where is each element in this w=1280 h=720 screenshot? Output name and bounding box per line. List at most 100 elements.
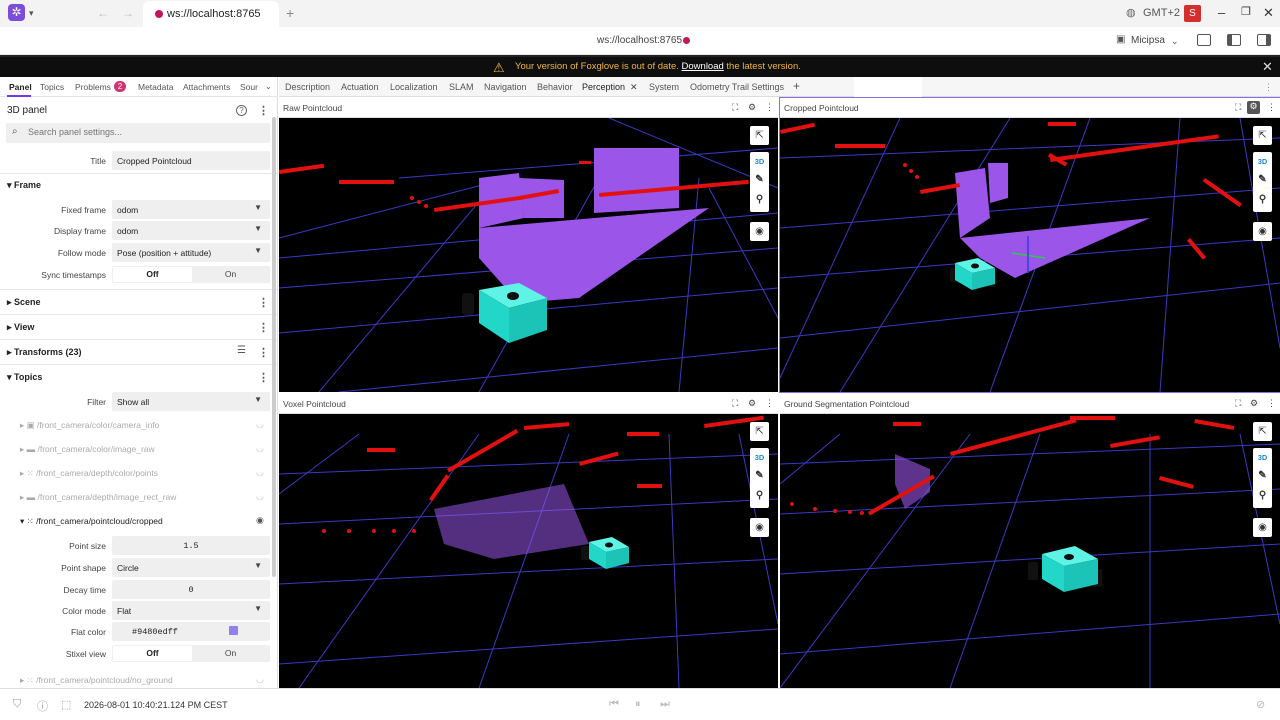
more-options-icon[interactable]: ⋮: [765, 398, 774, 409]
panel-voxel-pointcloud[interactable]: Voxel Pointcloud ⛶ ⚙ ⋮ ⇱ 3D ✎ ⚲ ◉: [279, 394, 778, 688]
visibility-off-icon[interactable]: ◡: [256, 491, 264, 502]
shield-icon[interactable]: ⛉: [13, 698, 21, 711]
panel-cropped-pointcloud[interactable]: Cropped Pointcloud ⛶ ⚙ ⋮ ⇱ 3D ✎ ⚲ ◉: [779, 97, 1280, 393]
frame-icon[interactable]: ⬚: [61, 698, 71, 711]
toggle-3d-button[interactable]: 3D: [1253, 157, 1272, 166]
close-icon[interactable]: ✕: [1262, 59, 1273, 75]
tab-panel[interactable]: Panel: [9, 82, 32, 92]
color-mode-select[interactable]: Flat ▼: [112, 601, 270, 620]
tab-metadata[interactable]: Metadata: [138, 82, 173, 92]
select-tool-icon[interactable]: ⇱: [1253, 422, 1272, 441]
toggle-on[interactable]: On: [191, 269, 270, 279]
select-tool-icon[interactable]: ⇱: [750, 126, 769, 145]
topic-camera-info[interactable]: ▸ ▣ /front_camera/color/camera_info: [20, 420, 159, 431]
tab-sources[interactable]: Sour: [240, 82, 258, 92]
search-input[interactable]: [28, 127, 258, 137]
toggle-off[interactable]: Off: [113, 646, 192, 661]
visibility-off-icon[interactable]: ◡: [256, 467, 264, 478]
tab-topics[interactable]: Topics: [40, 82, 64, 92]
more-options-icon[interactable]: ⋮: [258, 296, 269, 309]
left-sidebar-icon[interactable]: [1227, 34, 1241, 46]
sidebar-scrollbar[interactable]: [272, 117, 276, 577]
toggle-3d-button[interactable]: 3D: [750, 453, 769, 462]
tab-actuation[interactable]: Actuation: [341, 82, 379, 92]
toggle-3d-button[interactable]: 3D: [1253, 453, 1272, 462]
publish-pose-icon[interactable]: ⚲: [750, 194, 769, 205]
right-sidebar-icon[interactable]: [1257, 34, 1271, 46]
profile-name[interactable]: Micipsa: [1131, 35, 1165, 46]
add-panel-icon[interactable]: [1197, 34, 1211, 46]
more-options-icon[interactable]: ⋮: [258, 321, 269, 334]
decay-time-input[interactable]: 0: [112, 580, 270, 599]
scene-section[interactable]: ▸ Scene: [7, 297, 41, 308]
publish-pose-icon[interactable]: ⚲: [1253, 490, 1272, 501]
topic-depth-image[interactable]: ▸ ▬ /front_camera/depth/image_rect_raw: [20, 492, 176, 503]
tab-behavior[interactable]: Behavior: [537, 82, 573, 92]
recenter-icon[interactable]: ◉: [750, 222, 769, 241]
more-options-icon[interactable]: ⋮: [258, 104, 269, 117]
info-icon[interactable]: ⓘ: [37, 698, 48, 714]
flat-color-input[interactable]: #9480edff: [112, 622, 270, 641]
toggle-on[interactable]: On: [191, 648, 270, 658]
frame-section[interactable]: ▾ Frame: [7, 180, 41, 191]
color-swatch[interactable]: [229, 626, 238, 635]
point-size-input[interactable]: 1.5: [112, 536, 270, 555]
tab-localization[interactable]: Localization: [390, 82, 438, 92]
topic-depth-points[interactable]: ▸ ⁙ /front_camera/depth/color/points: [20, 468, 158, 479]
display-frame-select[interactable]: odom ▼: [112, 221, 270, 240]
more-options-icon[interactable]: ⋮: [258, 371, 269, 384]
topic-pointcloud-no-ground[interactable]: ▸ ⁙ /front_camera/pointcloud/no_ground: [20, 675, 173, 686]
profile-avatar[interactable]: S: [1184, 5, 1201, 22]
visibility-off-icon[interactable]: ◡: [256, 443, 264, 454]
tab-odometry-trail[interactable]: Odometry Trail Settings: [690, 82, 784, 92]
filter-select[interactable]: Show all ▼: [112, 392, 270, 411]
browser-tab[interactable]: ws://localhost:8765: [143, 1, 279, 27]
sync-off-icon[interactable]: ⊘: [1256, 698, 1265, 711]
view-section[interactable]: ▸ View: [7, 322, 34, 333]
recenter-icon[interactable]: ◉: [1253, 222, 1272, 241]
close-tab-icon[interactable]: ✕: [630, 82, 638, 93]
select-tool-icon[interactable]: ⇱: [750, 422, 769, 441]
back-arrow-icon[interactable]: ←: [97, 6, 109, 20]
close-window-icon[interactable]: ✕: [1263, 5, 1274, 21]
timezone-label[interactable]: GMT+2: [1143, 7, 1180, 19]
more-options-icon[interactable]: ⋮: [765, 102, 774, 113]
connection-url[interactable]: ws://localhost:8765: [597, 35, 682, 46]
settings-gear-icon[interactable]: ⚙: [1250, 398, 1258, 409]
help-icon[interactable]: ?: [236, 105, 247, 116]
fullscreen-icon[interactable]: ⛶: [732, 102, 738, 113]
topic-pointcloud-cropped[interactable]: ▾ ⁙ /front_camera/pointcloud/cropped: [20, 516, 163, 527]
tab-slam[interactable]: SLAM: [449, 82, 474, 92]
stixel-view-toggle[interactable]: Off On: [112, 645, 270, 662]
tab-perception[interactable]: Perception: [582, 82, 625, 92]
download-link[interactable]: Download: [682, 61, 724, 72]
settings-gear-icon[interactable]: ⚙: [748, 398, 756, 409]
scene-3d-view[interactable]: [279, 118, 778, 392]
ruler-icon[interactable]: ✎: [1253, 174, 1272, 185]
tab-attachments[interactable]: Attachments: [183, 82, 230, 92]
more-options-icon[interactable]: ⋮: [1267, 102, 1276, 113]
settings-search[interactable]: ⌕: [6, 123, 270, 143]
ruler-icon[interactable]: ✎: [750, 470, 769, 481]
forward-arrow-icon[interactable]: →: [122, 6, 134, 20]
visibility-on-icon[interactable]: ◉: [256, 515, 264, 526]
scene-3d-view[interactable]: [279, 414, 778, 688]
select-tool-icon[interactable]: ⇱: [1253, 126, 1272, 145]
tab-description[interactable]: Description: [285, 82, 330, 92]
more-options-icon[interactable]: ⋮: [258, 346, 269, 359]
sync-timestamps-toggle[interactable]: Off On: [112, 266, 270, 283]
chevron-down-icon[interactable]: ⌄: [265, 82, 272, 91]
tab-problems[interactable]: Problems: [75, 82, 111, 92]
sliders-icon[interactable]: ☰: [237, 345, 246, 356]
title-field[interactable]: Cropped Pointcloud: [112, 151, 270, 170]
new-tab-button[interactable]: +: [286, 5, 294, 21]
follow-mode-select[interactable]: Pose (position + attitude) ▼: [112, 243, 270, 262]
tab-system[interactable]: System: [649, 82, 679, 92]
fullscreen-icon[interactable]: ⛶: [732, 398, 738, 409]
visibility-off-icon[interactable]: ◡: [256, 419, 264, 430]
visibility-off-icon[interactable]: ◡: [256, 674, 264, 685]
settings-gear-icon[interactable]: ⚙: [1247, 101, 1260, 114]
add-tab-icon[interactable]: +: [793, 79, 800, 93]
pause-icon[interactable]: ⏸: [635, 698, 641, 711]
ruler-icon[interactable]: ✎: [1253, 470, 1272, 481]
